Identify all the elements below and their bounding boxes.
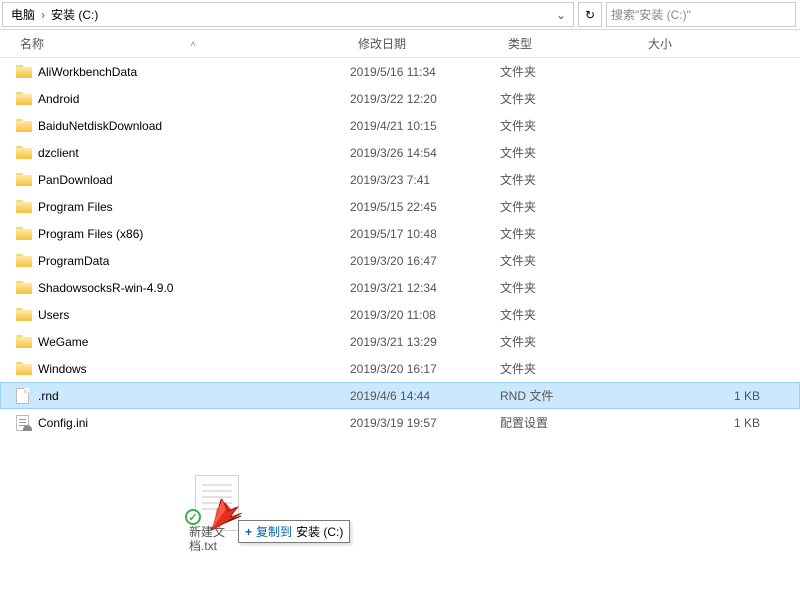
file-date: 2019/3/20 16:47 xyxy=(350,254,500,268)
folder-icon xyxy=(16,200,32,213)
drag-ghost-check-icon: ✓ xyxy=(185,509,201,525)
file-date: 2019/3/26 14:54 xyxy=(350,146,500,160)
file-type: 文件夹 xyxy=(500,279,640,296)
folder-icon xyxy=(16,227,32,240)
folder-icon xyxy=(16,119,32,132)
file-name: .rnd xyxy=(38,389,350,403)
column-header-type[interactable]: 类型 xyxy=(500,30,640,57)
file-row[interactable]: ShadowsocksR-win-4.9.02019/3/21 12:34文件夹 xyxy=(0,274,800,301)
file-type: 文件夹 xyxy=(500,117,640,134)
column-header-size[interactable]: 大小 xyxy=(640,30,800,57)
file-row[interactable]: Users2019/3/20 11:08文件夹 xyxy=(0,301,800,328)
file-name: ProgramData xyxy=(38,254,350,268)
drag-ghost: ✓ 新建文 档.txt xyxy=(195,475,239,531)
file-name: BaiduNetdiskDownload xyxy=(38,119,350,133)
file-name: Program Files (x86) xyxy=(38,227,350,241)
search-box[interactable] xyxy=(606,2,796,27)
file-type: 配置设置 xyxy=(500,414,640,431)
file-list[interactable]: AliWorkbenchData2019/5/16 11:34文件夹Androi… xyxy=(0,58,800,436)
folder-icon xyxy=(16,173,32,186)
file-row[interactable]: Program Files (x86)2019/5/17 10:48文件夹 xyxy=(0,220,800,247)
file-date: 2019/4/21 10:15 xyxy=(350,119,500,133)
file-date: 2019/3/23 7:41 xyxy=(350,173,500,187)
file-date: 2019/5/16 11:34 xyxy=(350,65,500,79)
column-headers: 名称 ˄ 修改日期 类型 大小 xyxy=(0,30,800,58)
file-row[interactable]: Windows2019/3/20 16:17文件夹 xyxy=(0,355,800,382)
file-name: PanDownload xyxy=(38,173,350,187)
file-row[interactable]: Config.ini2019/3/19 19:57配置设置1 KB xyxy=(0,409,800,436)
file-row[interactable]: BaiduNetdiskDownload2019/4/21 10:15文件夹 xyxy=(0,112,800,139)
folder-icon xyxy=(16,362,32,375)
file-name: dzclient xyxy=(38,146,350,160)
folder-icon xyxy=(16,92,32,105)
file-date: 2019/3/22 12:20 xyxy=(350,92,500,106)
file-row[interactable]: Android2019/3/22 12:20文件夹 xyxy=(0,85,800,112)
column-header-name[interactable]: 名称 ˄ xyxy=(0,30,350,57)
file-type: RND 文件 xyxy=(500,387,640,404)
file-type: 文件夹 xyxy=(500,90,640,107)
file-row[interactable]: Program Files2019/5/15 22:45文件夹 xyxy=(0,193,800,220)
file-type: 文件夹 xyxy=(500,252,640,269)
file-name: Users xyxy=(38,308,350,322)
file-type: 文件夹 xyxy=(500,225,640,242)
file-icon xyxy=(16,388,29,404)
breadcrumb-seg-computer[interactable]: 电脑 xyxy=(7,6,39,23)
file-row[interactable]: ProgramData2019/3/20 16:47文件夹 xyxy=(0,247,800,274)
breadcrumb-separator-icon: › xyxy=(39,8,47,22)
refresh-button[interactable]: ↻ xyxy=(578,2,602,27)
file-date: 2019/4/6 14:44 xyxy=(350,389,500,403)
breadcrumb[interactable]: 电脑 › 安装 (C:) ⌄ xyxy=(2,2,574,27)
file-date: 2019/5/17 10:48 xyxy=(350,227,500,241)
drop-tooltip-action: 复制到 xyxy=(256,523,292,540)
folder-icon xyxy=(16,146,32,159)
plus-icon: + xyxy=(245,525,252,539)
drop-tooltip-target: 安装 (C:) xyxy=(296,523,343,540)
column-header-name-label: 名称 xyxy=(20,35,44,52)
address-bar: 电脑 › 安装 (C:) ⌄ ↻ xyxy=(0,0,800,30)
file-row[interactable]: dzclient2019/3/26 14:54文件夹 xyxy=(0,139,800,166)
file-name: Config.ini xyxy=(38,416,350,430)
file-date: 2019/3/20 16:17 xyxy=(350,362,500,376)
file-name: AliWorkbenchData xyxy=(38,65,350,79)
folder-icon xyxy=(16,308,32,321)
file-type: 文件夹 xyxy=(500,63,640,80)
file-date: 2019/5/15 22:45 xyxy=(350,200,500,214)
file-type: 文件夹 xyxy=(500,306,640,323)
folder-icon xyxy=(16,281,32,294)
file-name: WeGame xyxy=(38,335,350,349)
breadcrumb-seg-drive[interactable]: 安装 (C:) xyxy=(47,6,102,23)
refresh-icon: ↻ xyxy=(585,8,595,22)
file-size: 1 KB xyxy=(640,416,800,430)
breadcrumb-dropdown-icon[interactable]: ⌄ xyxy=(553,8,569,22)
sort-indicator-icon: ˄ xyxy=(44,39,342,49)
drag-ghost-document-icon xyxy=(195,475,239,531)
column-header-date[interactable]: 修改日期 xyxy=(350,30,500,57)
file-type: 文件夹 xyxy=(500,333,640,350)
file-type: 文件夹 xyxy=(500,198,640,215)
file-name: Android xyxy=(38,92,350,106)
file-row[interactable]: WeGame2019/3/21 13:29文件夹 xyxy=(0,328,800,355)
config-file-icon xyxy=(16,415,29,431)
file-size: 1 KB xyxy=(640,389,800,403)
folder-icon xyxy=(16,254,32,267)
file-row[interactable]: .rnd2019/4/6 14:44RND 文件1 KB xyxy=(0,382,800,409)
file-name: Program Files xyxy=(38,200,350,214)
search-input[interactable] xyxy=(611,8,791,22)
file-date: 2019/3/21 13:29 xyxy=(350,335,500,349)
file-row[interactable]: AliWorkbenchData2019/5/16 11:34文件夹 xyxy=(0,58,800,85)
folder-icon xyxy=(16,65,32,78)
file-type: 文件夹 xyxy=(500,360,640,377)
file-date: 2019/3/21 12:34 xyxy=(350,281,500,295)
file-type: 文件夹 xyxy=(500,144,640,161)
file-date: 2019/3/19 19:57 xyxy=(350,416,500,430)
file-name: ShadowsocksR-win-4.9.0 xyxy=(38,281,350,295)
file-date: 2019/3/20 11:08 xyxy=(350,308,500,322)
file-name: Windows xyxy=(38,362,350,376)
folder-icon xyxy=(16,335,32,348)
file-row[interactable]: PanDownload2019/3/23 7:41文件夹 xyxy=(0,166,800,193)
file-type: 文件夹 xyxy=(500,171,640,188)
drop-tooltip: + 复制到 安装 (C:) xyxy=(238,520,350,543)
